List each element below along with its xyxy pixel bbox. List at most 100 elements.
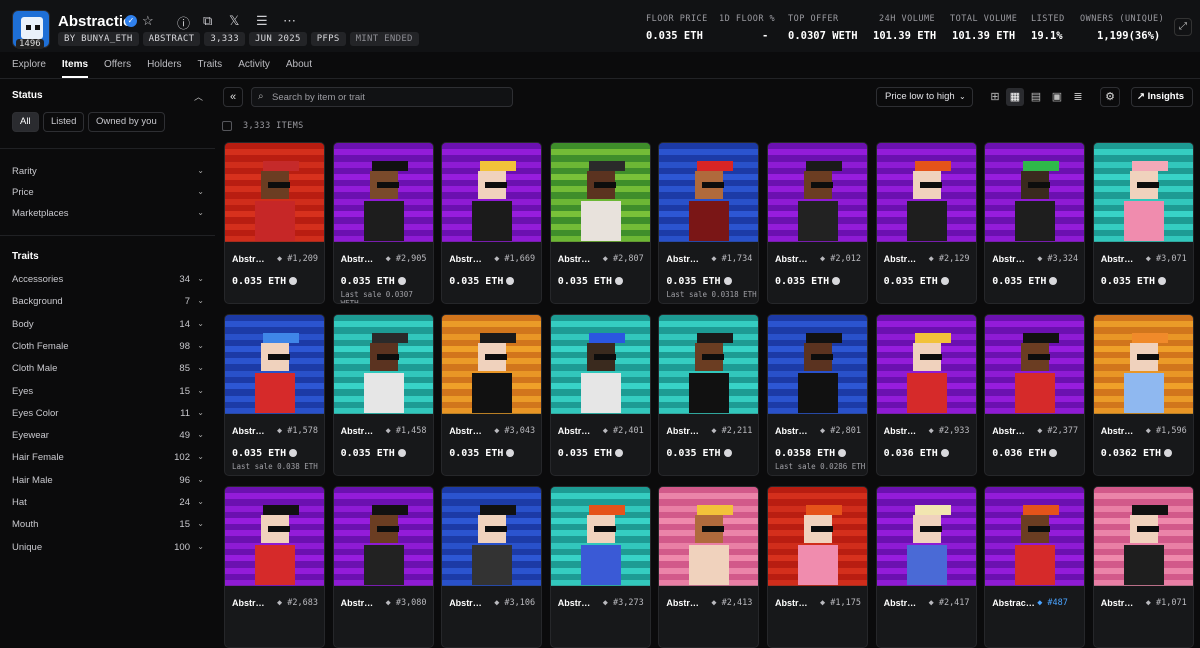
nft-image[interactable] [768,487,867,586]
nft-image[interactable] [442,143,542,242]
nft-image[interactable] [985,315,1085,414]
sort-dropdown[interactable]: Price low to high ⌄ [876,87,973,107]
nft-card[interactable]: Abstr… ◆ #1,578 0.035 ETH Last sale 0.038 E… [224,314,325,476]
nft-image[interactable] [659,143,759,242]
grid-small-view-icon[interactable]: ▤ [1027,88,1045,106]
nft-card[interactable]: Abstr… ◆ #3,043 0.035 ETH [441,314,543,476]
nft-image[interactable] [768,315,867,414]
nft-card[interactable]: Abstr… ◆ #3,080 [332,486,434,648]
nft-card[interactable]: Abstr… ◆ #2,377 0.036 ETH [984,314,1086,476]
nft-image[interactable] [876,143,976,242]
trait-background[interactable]: Background 7 ⌄ [12,296,204,307]
select-all-checkbox[interactable] [222,121,232,131]
tab-explore[interactable]: Explore [12,59,46,78]
nft-card[interactable]: Abstr… ◆ #3,324 0.035 ETH [984,142,1086,304]
chevron-up-icon[interactable]: ︿ [194,90,203,103]
nft-card[interactable]: Abstr… ◆ #3,106 [441,486,543,648]
trait-hair-female[interactable]: Hair Female 102 ⌄ [12,452,204,463]
nft-image[interactable] [659,487,759,586]
nft-image[interactable] [550,487,650,586]
website-icon[interactable]: ☰ [256,13,268,29]
trait-unique[interactable]: Unique 100 ⌄ [12,542,204,553]
nft-image[interactable] [768,143,867,242]
nft-image[interactable] [1093,143,1193,242]
tab-offers[interactable]: Offers [104,59,131,78]
status-filter-owned-by-you[interactable]: Owned by you [88,112,165,132]
nft-card[interactable]: Abstr… ◆ #1,458 0.035 ETH [332,314,434,476]
list-view-icon[interactable]: ≣ [1069,88,1087,106]
nft-image[interactable] [1093,487,1193,586]
nft-image[interactable] [876,315,976,414]
nft-image[interactable] [659,315,759,414]
filter-rarity[interactable]: Rarity ⌄ [12,166,204,177]
trait-mouth[interactable]: Mouth 15 ⌄ [12,519,204,530]
nft-card[interactable]: Abstrac… ◆ #487 [984,486,1086,648]
trait-cloth-female[interactable]: Cloth Female 98 ⌄ [12,341,204,352]
nft-image[interactable] [876,487,976,586]
trait-hat[interactable]: Hat 24 ⌄ [12,497,204,508]
nft-card[interactable]: Abstr… ◆ #1,734 0.035 ETH Last sale 0.0318 … [658,142,760,304]
nft-image[interactable] [333,487,433,586]
nft-card[interactable]: Abstr… ◆ #2,129 0.035 ETH [875,142,977,304]
nft-card[interactable]: Abstr… ◆ #2,933 0.036 ETH [875,314,977,476]
trait-accessories[interactable]: Accessories 34 ⌄ [12,274,204,285]
grid-medium-view-icon[interactable]: ▦ [1006,88,1024,106]
nft-image[interactable] [333,143,433,242]
nft-image[interactable] [985,487,1085,586]
nft-image[interactable] [442,487,542,586]
trait-eyewear[interactable]: Eyewear 49 ⌄ [12,430,204,441]
settings-gear-icon[interactable]: ⚙ [1100,87,1120,107]
nft-card[interactable]: Abstr… ◆ #3,071 0.035 ETH [1092,142,1194,304]
search-input[interactable] [272,90,502,104]
nft-card[interactable]: Abstr… ◆ #2,401 0.035 ETH [549,314,651,476]
nft-image[interactable] [333,315,433,414]
nft-image[interactable] [442,315,542,414]
status-filter-listed[interactable]: Listed [43,112,85,132]
nft-card[interactable]: Abstr… ◆ #1,669 0.035 ETH [441,142,543,304]
expand-icon[interactable]: ⤢ [1174,18,1192,36]
trait-body[interactable]: Body 14 ⌄ [12,319,204,330]
nft-image[interactable] [550,315,650,414]
nft-card[interactable]: Abstr… ◆ #1,209 0.035 ETH [224,142,325,304]
tab-activity[interactable]: Activity [238,59,270,78]
filter-marketplaces[interactable]: Marketplaces ⌄ [12,208,204,219]
collapse-sidebar-button[interactable]: « [223,87,243,107]
tab-traits[interactable]: Traits [198,59,223,78]
nft-card[interactable]: Abstr… ◆ #2,012 0.035 ETH [767,142,868,304]
nft-card[interactable]: Abstr… ◆ #1,175 [767,486,868,648]
nft-image[interactable] [1093,315,1193,414]
nft-image[interactable] [225,487,324,586]
list-image-view-icon[interactable]: ▣ [1048,88,1066,106]
more-icon[interactable]: ⋯ [283,13,296,29]
nft-card[interactable]: Abstr… ◆ #2,683 [224,486,325,648]
nft-image[interactable] [550,143,650,242]
tab-about[interactable]: About [286,59,312,78]
filter-price[interactable]: Price ⌄ [12,187,204,198]
star-icon[interactable]: ☆ [142,13,154,29]
info-icon[interactable]: ⓘ [177,13,190,32]
collection-chip[interactable]: BY BUNYA_ETH [58,32,139,46]
insights-button[interactable]: ↗ Insights [1131,87,1193,107]
nft-card[interactable]: Abstr… ◆ #1,071 [1092,486,1194,648]
nft-card[interactable]: Abstr… ◆ #2,211 0.035 ETH [658,314,760,476]
tab-holders[interactable]: Holders [147,59,181,78]
nft-image[interactable] [985,143,1085,242]
grid-large-view-icon[interactable]: ⊞ [986,88,1004,106]
trait-eyes[interactable]: Eyes 15 ⌄ [12,386,204,397]
nft-card[interactable]: Abstr… ◆ #2,417 [875,486,977,648]
nft-card[interactable]: Abstr… ◆ #1,596 0.0362 ETH [1092,314,1194,476]
nft-image[interactable] [225,315,324,414]
search-box[interactable]: ⌕ [251,87,513,107]
copy-icon[interactable]: ⧉ [203,13,212,29]
trait-eyes-color[interactable]: Eyes Color 11 ⌄ [12,408,204,419]
x-social-icon[interactable]: 𝕏 [229,13,239,29]
nft-card[interactable]: Abstr… ◆ #2,905 0.035 ETH Last sale 0.0307 … [332,142,434,304]
trait-cloth-male[interactable]: Cloth Male 85 ⌄ [12,363,204,374]
nft-card[interactable]: Abstr… ◆ #2,413 [658,486,760,648]
tab-items[interactable]: Items [61,59,89,78]
status-filter-all[interactable]: All [12,112,39,132]
nft-card[interactable]: Abstr… ◆ #3,273 [549,486,651,648]
trait-hair-male[interactable]: Hair Male 96 ⌄ [12,475,204,486]
nft-card[interactable]: Abstr… ◆ #2,801 0.0358 ETH Last sale 0.0286… [767,314,868,476]
nft-image[interactable] [225,143,324,242]
